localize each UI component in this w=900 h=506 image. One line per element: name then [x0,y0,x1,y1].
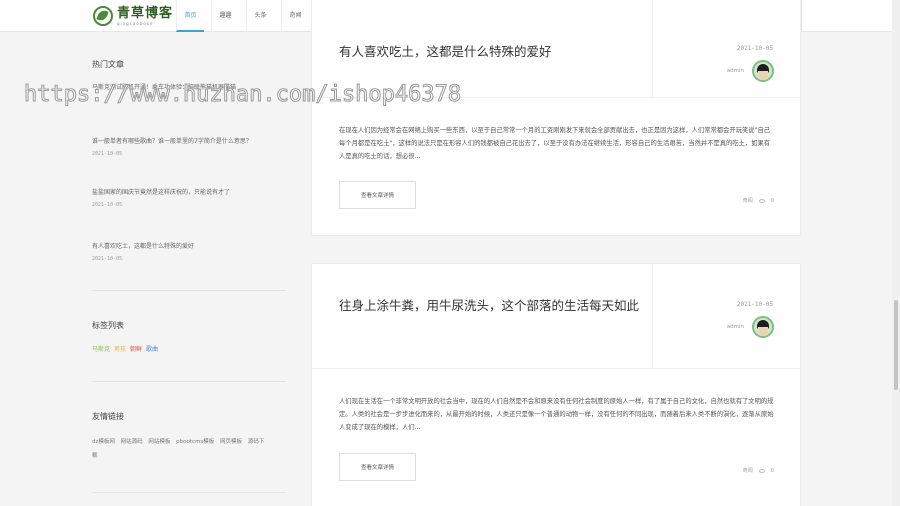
eye-icon [758,468,765,473]
article-title[interactable]: 有人喜欢吃土，这都是什么特殊的爱好 [339,41,639,63]
read-more-button[interactable]: 查看文章详情 [339,453,416,481]
sidebar-divider [92,492,286,493]
hot-article-item: 谁一般单者有哪些歌曲？谁一般单里的7字简介是什么意思？ 2021-10-05 [92,136,286,157]
sidebar-divider [92,381,286,382]
article-excerpt: 在现在人们因为经常会在网络上购买一些东西，以至于自己常常一个月的工资刚刚发下来就… [339,127,771,160]
tag-link[interactable]: 马斯克 [92,344,110,353]
article-date: 2021-10-05 [736,301,773,308]
author-avatar [752,316,774,338]
nav-item-oddities[interactable]: 奇闻 [281,0,309,32]
friend-link[interactable]: 网站模板 [148,439,170,445]
tag-link[interactable]: 歌曲 [146,344,158,353]
friend-link[interactable]: dz模板网 [92,439,115,445]
tag-link[interactable]: 朝鲜 [130,344,142,353]
article-author: admin [726,324,744,330]
nav-item-fun[interactable]: 趣趣 [211,0,239,32]
hot-article-date: 2021-10-05 [92,256,123,262]
page-scrollbar[interactable] [892,0,900,506]
article-date: 2021-10-05 [736,45,773,52]
hot-article-link[interactable]: 谁一般单者有哪些歌曲？谁一般单里的7字简介是什么意思？ [92,136,286,145]
article-views: 0 [770,197,774,204]
friend-link[interactable]: 网站源码 [121,439,143,445]
article-author: admin [726,68,744,74]
hot-article-item: 有人喜欢吃土，这都是什么特殊的爱好 2021-10-05 [92,241,286,262]
nav-item-headlines[interactable]: 头条 [246,0,274,32]
read-more-button[interactable]: 查看文章详情 [339,181,416,209]
eye-icon [758,198,765,203]
article-card: 有人喜欢吃土，这都是什么特殊的爱好 2021-10-05 admin 在现在人们… [311,0,802,236]
author-avatar [752,60,774,82]
scrollbar-thumb[interactable] [894,300,898,390]
leaf-logo-icon [93,6,113,26]
tag-list: 马斯克 男孩 朝鲜 歌曲 [92,344,158,353]
hot-article-item: 盐盐国家的国庆节竟然是这样庆祝的，只能说有才了 2021-10-05 [92,187,286,208]
article-meta: 奇闻 0 [743,197,774,205]
article-category[interactable]: 奇闻 [743,197,753,204]
nav-item-home[interactable]: 首页 [176,0,204,32]
logo-subtitle: qingcaoboke [117,20,154,26]
article-category[interactable]: 奇闻 [743,467,753,474]
hot-article-link[interactable]: 盐盐国家的国庆节竟然是这样庆祝的，只能说有才了 [92,187,286,196]
article-views: 0 [770,467,774,474]
article-card: 往身上涂牛粪，用牛尿洗头，这个部落的生活每天如此 2021-10-05 admi… [311,263,802,506]
site-logo[interactable]: 青草博客 qingcaoboke [93,4,173,28]
hot-articles-title: 热门文章 [92,60,124,69]
hot-article-item: 马斯克测试脑机开通！乘车功体验：脑联熊猫机器猫猫 [92,82,286,91]
article-title[interactable]: 往身上涂牛粪，用牛尿洗头，这个部落的生活每天如此 [339,295,639,317]
tags-title: 标签列表 [92,321,124,330]
article-excerpt: 人们现在生活在一个非常文明开放的社会当中，现在的人们自然是不会和原来没有任何社会… [339,398,774,431]
sidebar-divider [92,290,286,291]
friend-link[interactable]: 网页模板 [220,439,242,445]
hot-article-date: 2021-10-05 [92,202,123,208]
article-meta: 奇闻 0 [743,467,774,475]
friend-link[interactable]: pbootcms模板 [176,439,214,445]
tag-link[interactable]: 男孩 [114,344,126,353]
friend-links-title: 友情链接 [92,412,124,421]
friend-links: dz模板网 网站源码 网站模板 pbootcms模板 网页模板 源码下载 [92,435,272,463]
hot-article-link[interactable]: 马斯克测试脑机开通！乘车功体验：脑联熊猫机器猫猫 [92,82,286,91]
hot-article-link[interactable]: 有人喜欢吃土，这都是什么特殊的爱好 [92,241,286,250]
hot-article-date: 2021-10-05 [92,151,123,157]
logo-title: 青草博客 [117,5,174,21]
